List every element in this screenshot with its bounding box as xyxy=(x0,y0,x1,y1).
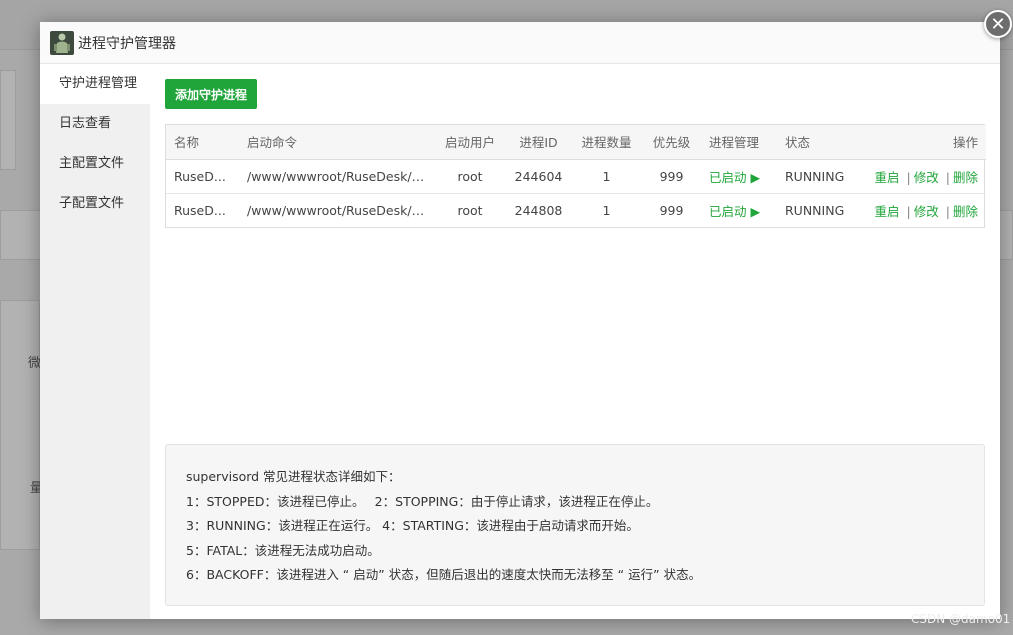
op-separator: | xyxy=(945,169,950,185)
op-separator: | xyxy=(906,169,911,185)
restart-link[interactable]: 重启 xyxy=(875,204,900,219)
dialog-title: 进程守护管理器 xyxy=(78,35,176,52)
info-line: 6：BACKOFF：该进程进入 “ 启动” 状态，但随后退出的速度太快而无法移至… xyxy=(186,567,702,582)
edit-link[interactable]: 修改 xyxy=(914,170,939,185)
watermark: CSDN @damo01 xyxy=(911,612,1011,626)
app-logo-icon xyxy=(50,30,74,55)
cell-count: 1 xyxy=(602,202,611,218)
add-daemon-button[interactable]: 添加守护进程 xyxy=(165,79,258,109)
cell-command: /www/wwwroot/RuseDesk/h... xyxy=(247,202,432,218)
column-header-pid: 进程ID xyxy=(506,125,571,160)
table-header-row: 名称 启动命令 启动用户 进程ID 进程数量 优先级 进程管理 状态 操作 xyxy=(166,125,986,160)
column-header-manage: 进程管理 xyxy=(701,125,777,160)
info-line: supervisord 常见进程状态详细如下： xyxy=(186,469,401,484)
cell-priority: 999 xyxy=(659,202,684,218)
restart-link[interactable]: 重启 xyxy=(875,170,900,185)
main-content: 添加守护进程 名称 启动命令 启动用户 进程ID 进程数量 优先级 进程管理 状… xyxy=(150,64,1000,619)
column-header-status: 状态 xyxy=(777,125,859,160)
column-header-priority: 优先级 xyxy=(642,125,701,160)
status-info-box: supervisord 常见进程状态详细如下： 1：STOPPED：该进程已停止… xyxy=(165,444,985,606)
cell-status: RUNNING xyxy=(785,202,845,218)
dialog-sidebar: 守护进程管理 日志查看 主配置文件 子配置文件 xyxy=(40,64,150,619)
info-line: 3：RUNNING：该进程正在运行。 4：STARTING：该进程由于启动请求而… xyxy=(186,518,639,533)
table-row: RuseD... /www/wwwroot/RuseDesk/h... root… xyxy=(166,193,986,227)
process-table: 名称 启动命令 启动用户 进程ID 进程数量 优先级 进程管理 状态 操作 Ru… xyxy=(165,124,986,228)
table-row: RuseD... /www/wwwroot/RuseDesk/h... root… xyxy=(166,159,986,194)
sidebar-item-log-view[interactable]: 日志查看 xyxy=(40,104,150,144)
cell-status: RUNNING xyxy=(777,159,859,194)
info-line: 5：FATAL：该进程无法成功启动。 xyxy=(186,542,380,558)
column-header-user: 启动用户 xyxy=(434,125,506,160)
cell-priority: 999 xyxy=(642,159,701,194)
cell-user: root xyxy=(434,159,506,194)
close-icon[interactable]: ✕ xyxy=(984,10,1012,38)
cell-name: RuseD... xyxy=(174,202,226,218)
cell-pid: 244604 xyxy=(506,159,571,194)
delete-link[interactable]: 删除 xyxy=(953,204,978,219)
process-toggle[interactable]: 已启动 ▶ xyxy=(701,193,777,227)
cell-count: 1 xyxy=(571,159,642,194)
info-line: 1：STOPPED：该进程已停止。 2：STOPPING：由于停止请求，该进程正… xyxy=(186,493,659,509)
cell-pid: 244808 xyxy=(514,202,563,218)
delete-link[interactable]: 删除 xyxy=(953,170,978,185)
cell-command: /www/wwwroot/RuseDesk/h... xyxy=(239,159,434,194)
sidebar-item-sub-config[interactable]: 子配置文件 xyxy=(40,184,150,224)
cell-actions: 重启 | 修改 | 删除 xyxy=(859,193,986,227)
cell-user: root xyxy=(457,202,483,218)
dialog-header: 进程守护管理器 xyxy=(40,22,1000,64)
column-header-name: 名称 xyxy=(166,125,239,160)
column-header-actions: 操作 xyxy=(859,125,986,160)
sidebar-item-process-management[interactable]: 守护进程管理 xyxy=(40,64,150,104)
sidebar-item-main-config[interactable]: 主配置文件 xyxy=(40,144,150,184)
column-header-count: 进程数量 xyxy=(571,125,642,160)
column-header-command: 启动命令 xyxy=(239,125,434,160)
cell-name: RuseD... xyxy=(166,159,239,194)
cell-actions: 重启 | 修改 | 删除 xyxy=(859,159,986,194)
op-separator: | xyxy=(945,203,950,219)
edit-link[interactable]: 修改 xyxy=(914,204,939,219)
process-manager-dialog: 进程守护管理器 守护进程管理 日志查看 主配置文件 子配置文件 添加守护进程 名… xyxy=(40,22,1000,619)
process-toggle[interactable]: 已启动 ▶ xyxy=(701,159,777,194)
op-separator: | xyxy=(906,203,911,219)
